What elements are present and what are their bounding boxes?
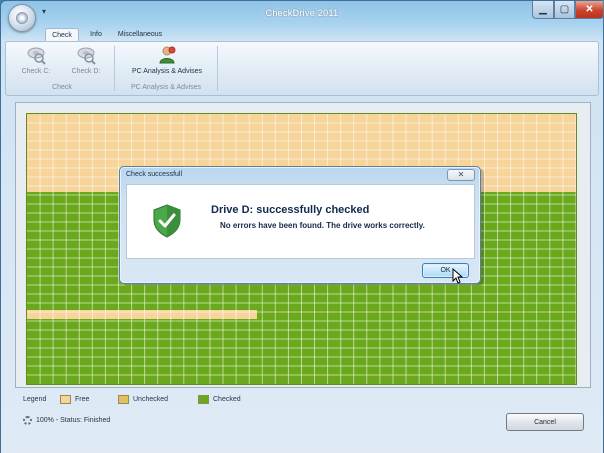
check-c-button[interactable]: Check C: [16,45,56,81]
check-d-button[interactable]: Check D: [66,45,106,81]
dialog-heading: Drive D: successfully checked [211,204,370,216]
progress-spinner-icon [23,416,32,425]
check-c-label: Check C: [21,68,51,75]
pc-analysis-label: PC Analysis & Advises [131,68,203,75]
legend-label-checked: Checked [213,396,241,403]
legend-swatch-unchecked [118,395,129,404]
ribbon-group-pc-analysis: PC Analysis & Advises PC Analysis & Advi… [118,42,214,95]
check-success-dialog: Check successfull ✕ Drive D: successfull… [119,166,481,284]
window-title: CheckDrive 2011 [265,8,339,18]
maximize-button[interactable]: ▢ [554,1,575,19]
tab-check[interactable]: Check [45,28,79,42]
ribbon-divider [217,46,218,91]
cancel-button[interactable]: Cancel [506,413,584,431]
minimize-button[interactable]: ▁ [532,1,554,19]
dialog-title: Check successfull [126,171,183,178]
status-text: 100% - Status: Finished [36,417,111,424]
ribbon-panel: Check C: Check D: Check PC Analysis & Ad… [5,41,599,96]
legend: Legend Free Unchecked Checked [23,395,423,405]
app-window: ▾ CheckDrive 2011 ▁ ▢ ✕ Check Info Misce… [0,0,604,453]
shield-check-icon [153,204,181,238]
ribbon-divider [114,46,115,91]
app-menu-button[interactable] [8,4,36,32]
ribbon-group-check: Check C: Check D: Check [12,42,112,95]
ribbon-group-label-check: Check [52,84,72,91]
disc-icon [16,12,28,24]
drive-check-icon [77,47,96,65]
legend-swatch-checked [198,395,209,404]
mouse-cursor-icon [452,268,464,284]
pc-analysis-button[interactable]: PC Analysis & Advises [124,45,210,81]
legend-swatch-free [60,395,71,404]
ribbon-group-label-pc: PC Analysis & Advises [130,84,202,91]
legend-label-unchecked: Unchecked [133,396,169,403]
legend-title: Legend [23,396,47,403]
user-analysis-icon [159,46,176,64]
dialog-body: Drive D: successfully checked No errors … [126,184,475,259]
tab-miscellaneous[interactable]: Miscellaneous [113,28,167,42]
dialog-close-button[interactable]: ✕ [447,169,475,181]
legend-label-free: Free [75,396,90,403]
check-d-label: Check D: [71,68,101,75]
status-bar: 100% - Status: Finished [23,415,323,427]
dialog-message: No errors have been found. The drive wor… [220,221,425,230]
window-bottom-edge [1,441,603,453]
drive-check-icon [27,47,46,65]
title-bar: ▾ CheckDrive 2011 ▁ ▢ ✕ [1,1,604,32]
tab-info[interactable]: Info [83,28,109,42]
close-button[interactable]: ✕ [575,1,604,19]
